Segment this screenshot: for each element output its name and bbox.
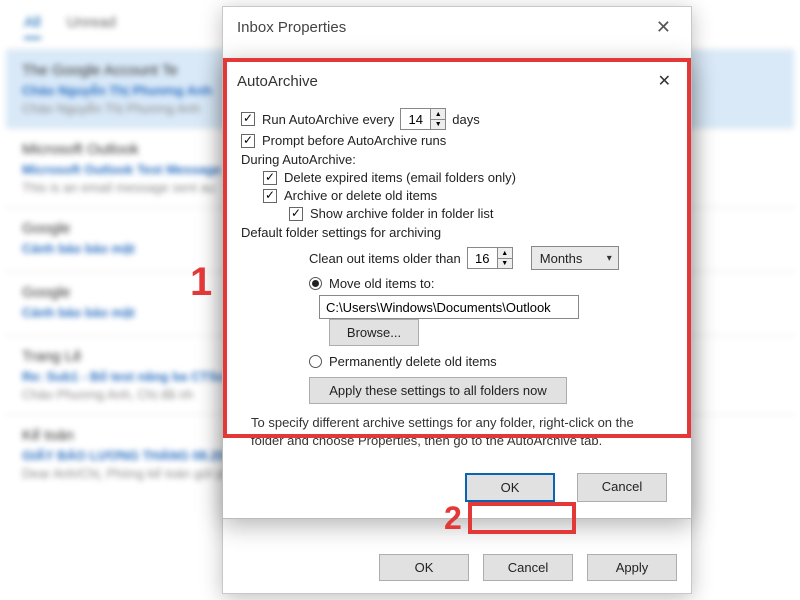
properties-ok-button[interactable]: OK	[379, 554, 469, 581]
prompt-label: Prompt before AutoArchive runs	[262, 133, 446, 148]
clean-age-down[interactable]: ▼	[497, 258, 513, 269]
autoarchive-dialog: AutoArchive ✕ Run AutoArchive every ▲ ▼ …	[222, 58, 692, 519]
days-label: days	[452, 112, 479, 127]
tab-unread[interactable]: Unread	[67, 14, 116, 39]
show-archive-folder-label: Show archive folder in folder list	[310, 206, 494, 221]
run-days-down[interactable]: ▼	[430, 119, 446, 130]
archive-path-input[interactable]	[319, 295, 579, 319]
clean-age-up[interactable]: ▲	[497, 247, 513, 258]
archive-delete-checkbox[interactable]	[263, 189, 277, 203]
apply-all-folders-button[interactable]: Apply these settings to all folders now	[309, 377, 567, 404]
permanently-delete-radio[interactable]	[309, 355, 322, 368]
clean-out-label: Clean out items older than	[309, 251, 461, 266]
inbox-properties-title: Inbox Properties	[237, 19, 346, 36]
tab-all[interactable]: All	[24, 14, 41, 39]
age-unit-select[interactable]: Months ▾	[531, 246, 619, 270]
ok-button[interactable]: OK	[465, 473, 555, 502]
chevron-down-icon: ▾	[607, 253, 612, 264]
run-autoarchive-checkbox[interactable]	[241, 112, 255, 126]
show-archive-folder-checkbox[interactable]	[289, 207, 303, 221]
close-icon[interactable]: ✕	[652, 71, 677, 91]
delete-expired-label: Delete expired items (email folders only…	[284, 170, 516, 185]
properties-cancel-button[interactable]: Cancel	[483, 554, 573, 581]
properties-apply-button[interactable]: Apply	[587, 554, 677, 581]
during-autoarchive-label: During AutoArchive:	[241, 152, 673, 167]
run-days-up[interactable]: ▲	[430, 108, 446, 119]
prompt-checkbox[interactable]	[241, 134, 255, 148]
help-text: To specify different archive settings fo…	[251, 414, 639, 449]
permanently-delete-label: Permanently delete old items	[329, 354, 497, 369]
cancel-button[interactable]: Cancel	[577, 473, 667, 502]
run-days-input[interactable]	[400, 108, 430, 130]
clean-age-input[interactable]	[467, 247, 497, 269]
close-icon[interactable]: ✕	[650, 17, 677, 38]
delete-expired-checkbox[interactable]	[263, 171, 277, 185]
move-old-items-radio[interactable]	[309, 277, 322, 290]
autoarchive-title: AutoArchive	[237, 73, 318, 90]
browse-button[interactable]: Browse...	[329, 319, 419, 346]
archive-delete-label: Archive or delete old items	[284, 188, 437, 203]
age-unit-value: Months	[540, 251, 583, 266]
move-old-items-label: Move old items to:	[329, 276, 435, 291]
run-autoarchive-label: Run AutoArchive every	[262, 112, 394, 127]
default-folder-settings-label: Default folder settings for archiving	[241, 225, 673, 240]
